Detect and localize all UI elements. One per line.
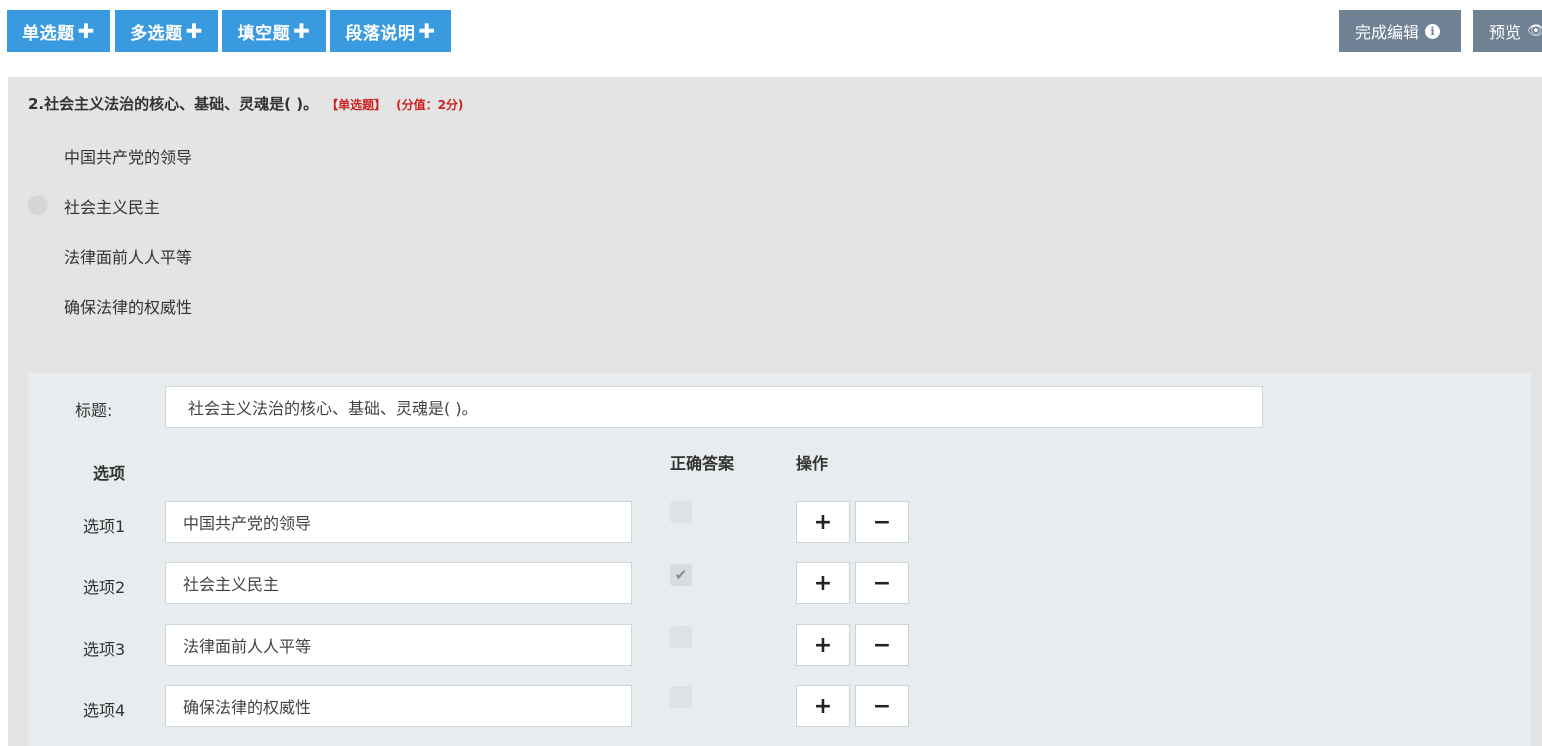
plus-icon: + <box>813 570 833 596</box>
question-option-3[interactable]: 法律面前人人平等 <box>64 244 192 268</box>
plus-icon: + <box>813 693 833 719</box>
single-choice-label: 单选题 <box>22 23 75 44</box>
correct-answer-checkbox-2[interactable]: ✔ <box>670 564 692 586</box>
plus-icon: + <box>813 632 833 658</box>
preview-label: 预览 <box>1489 23 1522 42</box>
add-option-button-2[interactable]: + <box>796 562 850 604</box>
options-header: 选项 <box>93 464 126 483</box>
option-input-1[interactable]: 中国共产党的领导 <box>165 501 632 543</box>
preview-button[interactable]: 预览 👁 <box>1473 10 1542 52</box>
add-option-button-1[interactable]: + <box>796 501 850 543</box>
add-option-button-4[interactable]: + <box>796 685 850 727</box>
remove-option-button-1[interactable]: − <box>855 501 909 543</box>
option-label-1: 选项1 <box>83 517 126 536</box>
question-option-4[interactable]: 确保法律的权威性 <box>64 294 192 318</box>
question-editor: 标题: 社会主义法治的核心、基础、灵魂是( )。 选项 正确答案 操作 选项1 … <box>28 373 1531 746</box>
plus-icon: ✚ <box>418 19 436 43</box>
option-radio[interactable] <box>28 195 48 215</box>
fill-blank-label: 填空题 <box>237 23 291 44</box>
question-title-row: 2.社会主义法治的核心、基础、灵魂是( )。 【单选题】 (分值：2分) <box>28 93 463 114</box>
actions-header: 操作 <box>796 454 829 473</box>
option-input-4[interactable]: 确保法律的权威性 <box>165 685 632 727</box>
correct-answer-checkbox-4[interactable] <box>670 686 692 708</box>
correct-answer-checkbox-3[interactable] <box>670 626 692 648</box>
minus-icon: − <box>872 632 892 658</box>
minus-icon: − <box>872 693 892 719</box>
remove-option-button-4[interactable]: − <box>855 685 909 727</box>
question-option-2[interactable]: 社会主义民主 <box>64 194 160 218</box>
title-label: 标题: <box>75 401 113 420</box>
plus-icon: ✚ <box>77 19 95 43</box>
toolbar: 单选题 ✚ 多选题 ✚ 填空题 ✚ 段落说明 ✚ 完成编辑 i 预览 👁 <box>0 0 1542 60</box>
question-type-tag: 【单选题】 <box>326 98 387 112</box>
check-icon: ✔ <box>674 566 688 584</box>
option-label-3: 选项3 <box>83 640 126 659</box>
option-label-4: 选项4 <box>83 701 126 720</box>
question-title: 2.社会主义法治的核心、基础、灵魂是( )。 <box>28 95 319 113</box>
option-input-2[interactable]: 社会主义民主 <box>165 562 632 604</box>
option-label-2: 选项2 <box>83 578 126 597</box>
remove-option-button-3[interactable]: − <box>855 624 909 666</box>
add-fill-blank-button[interactable]: 填空题 ✚ <box>222 10 326 52</box>
question-panel: 2.社会主义法治的核心、基础、灵魂是( )。 【单选题】 (分值：2分) 中国共… <box>8 77 1542 746</box>
paragraph-label: 段落说明 <box>345 23 416 44</box>
finish-edit-label: 完成编辑 <box>1355 23 1420 42</box>
add-paragraph-button[interactable]: 段落说明 ✚ <box>330 10 451 52</box>
plus-icon: ✚ <box>293 19 311 43</box>
multi-choice-label: 多选题 <box>130 23 183 44</box>
finish-edit-button[interactable]: 完成编辑 i <box>1339 10 1461 52</box>
option-input-3[interactable]: 法律面前人人平等 <box>165 624 632 666</box>
question-score-tag: (分值：2分) <box>396 98 464 112</box>
plus-icon: ✚ <box>185 19 203 43</box>
minus-icon: − <box>872 570 892 596</box>
plus-icon: + <box>813 509 833 535</box>
add-option-button-3[interactable]: + <box>796 624 850 666</box>
correct-answer-checkbox-1[interactable] <box>670 501 692 523</box>
title-input[interactable]: 社会主义法治的核心、基础、灵魂是( )。 <box>165 386 1263 428</box>
add-single-choice-button[interactable]: 单选题 ✚ <box>7 10 110 52</box>
minus-icon: − <box>872 509 892 535</box>
correct-answer-header: 正确答案 <box>670 454 735 473</box>
eye-icon: 👁 <box>1527 23 1542 39</box>
add-multi-choice-button[interactable]: 多选题 ✚ <box>115 10 218 52</box>
question-option-1[interactable]: 中国共产党的领导 <box>64 144 192 168</box>
remove-option-button-2[interactable]: − <box>855 562 909 604</box>
info-icon: i <box>1425 23 1441 39</box>
